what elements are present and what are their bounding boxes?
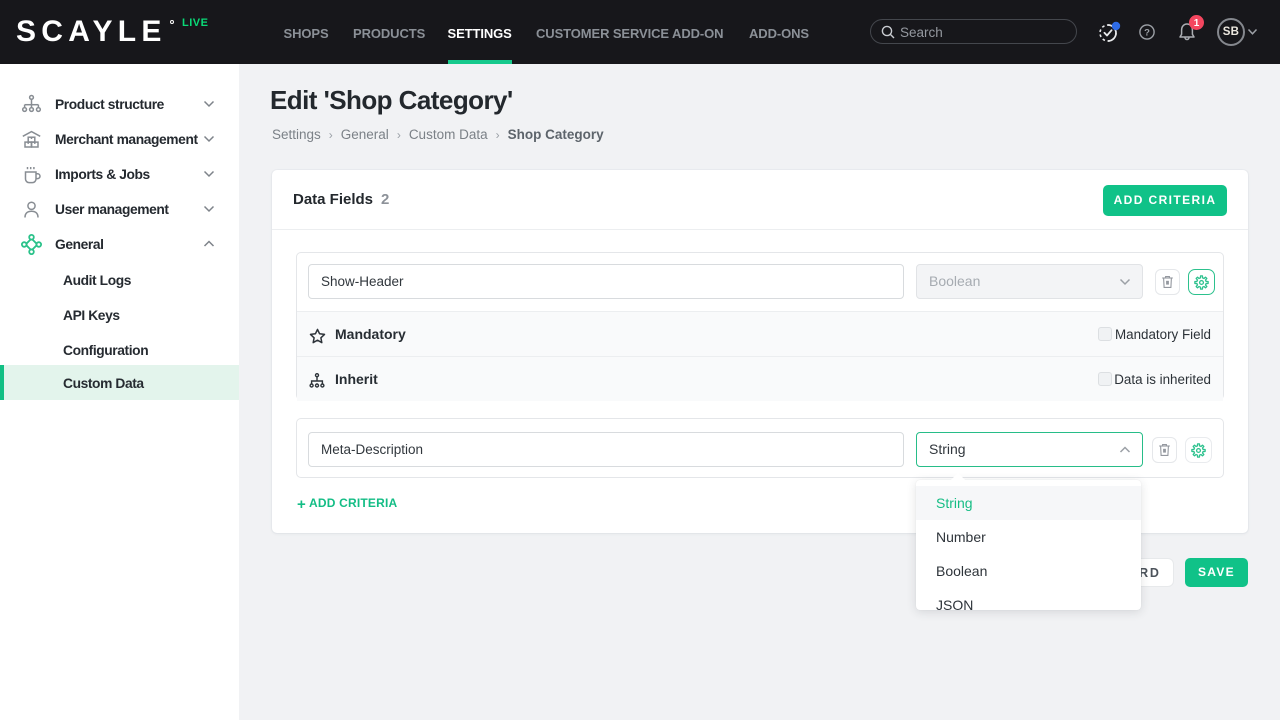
svg-text:?: ?: [1144, 27, 1150, 38]
